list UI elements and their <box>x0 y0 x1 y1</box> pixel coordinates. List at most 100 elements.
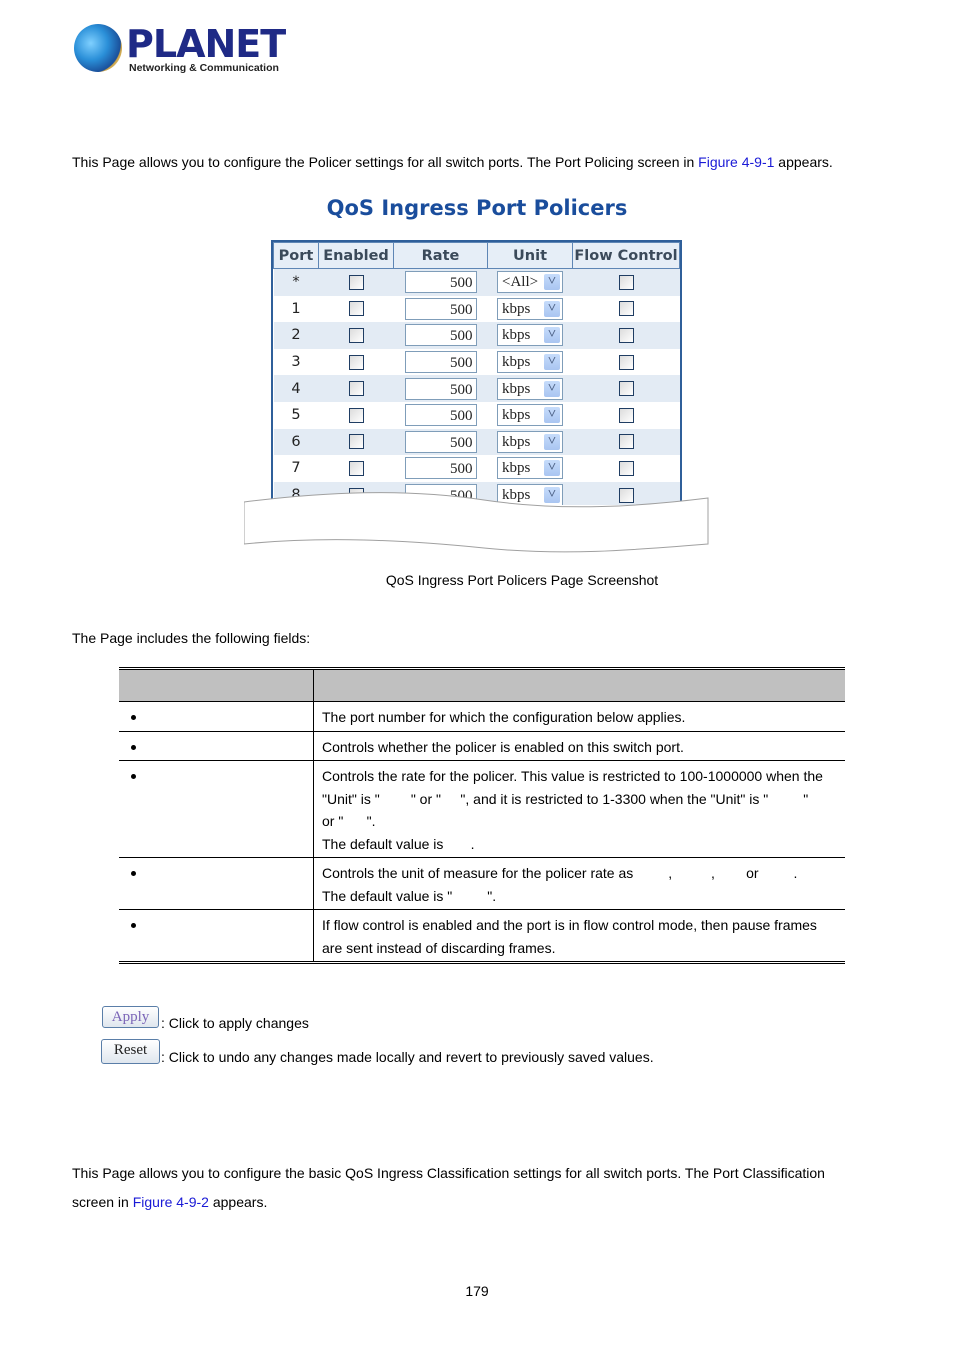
rate-input[interactable]: 500 <box>404 324 477 347</box>
unit-value: kbps <box>502 460 531 477</box>
enabled-checkbox[interactable] <box>348 460 364 476</box>
chevron-down-icon[interactable]: ˅ <box>544 354 560 371</box>
logo-brand: PLANET <box>126 22 286 66</box>
page-number: 179 <box>465 1283 489 1299</box>
port-cell: 5 <box>273 401 319 429</box>
unit-select[interactable]: kbps ˅ <box>497 351 563 374</box>
rate-input[interactable]: 500 <box>404 271 477 294</box>
bullet-icon <box>131 744 136 750</box>
unit-select[interactable]: kbps ˅ <box>497 457 563 480</box>
field-description-line: If flow control is enabled and the port … <box>322 917 817 933</box>
rate-input[interactable]: 500 <box>404 297 477 320</box>
flow-control-checkbox[interactable] <box>618 301 634 317</box>
bullet-icon <box>131 923 136 929</box>
flow-control-checkbox[interactable] <box>618 327 634 343</box>
field-description-line: Controls the rate for the policer. This … <box>322 768 823 784</box>
unit-select[interactable]: <All> ˅ <box>497 271 563 294</box>
enabled-checkbox[interactable] <box>348 301 364 317</box>
bullet-icon <box>131 871 136 877</box>
header-description <box>313 668 845 702</box>
col-port: Port <box>273 242 319 269</box>
unit-select[interactable]: kbps ˅ <box>497 377 563 400</box>
field-description-line: The port number for which the configurat… <box>322 709 686 725</box>
field-row: Controls whether the policer is enabled … <box>119 730 845 761</box>
unit-value: kbps <box>502 300 531 317</box>
port-cell: 7 <box>273 455 319 482</box>
port-cell: 6 <box>273 428 319 456</box>
fields-table-container: The port number for which the configurat… <box>119 667 845 964</box>
unit-select[interactable]: kbps ˅ <box>497 404 563 427</box>
intro-paragraph: This Page allows you to configure the Po… <box>72 152 833 172</box>
planet-logo: PLANET Networking & Communication <box>72 22 286 78</box>
policer-row: 6 500 kbps ˅ <box>273 428 680 456</box>
flow-control-checkbox[interactable] <box>618 274 634 290</box>
field-description-line: or " ". <box>322 813 376 829</box>
rate-input[interactable]: 500 <box>404 404 477 427</box>
chevron-down-icon[interactable]: ˅ <box>544 460 560 477</box>
rate-input[interactable]: 500 <box>404 351 477 374</box>
field-description-line: The default value is . <box>322 835 475 852</box>
col-rate: Rate <box>393 242 488 269</box>
unit-value: kbps <box>502 354 531 371</box>
intro-text: This Page allows you to configure the Po… <box>72 154 699 170</box>
fields-header-row <box>119 668 845 702</box>
port-cell: 4 <box>273 375 319 402</box>
rate-input[interactable]: 500 <box>404 377 477 400</box>
chevron-down-icon[interactable]: ˅ <box>544 274 560 291</box>
intro-text-end: appears. <box>774 154 833 170</box>
chevron-down-icon[interactable]: ˅ <box>544 300 560 317</box>
port-cell: * <box>273 268 319 296</box>
flow-control-checkbox[interactable] <box>618 460 634 476</box>
policer-row: 3 500 kbps ˅ <box>273 348 680 376</box>
policer-row: 4 500 kbps ˅ <box>273 375 680 402</box>
flow-control-checkbox[interactable] <box>618 354 634 370</box>
enabled-checkbox[interactable] <box>348 274 364 290</box>
apply-description: : Click to apply changes <box>161 1015 309 1031</box>
field-row: Controls the rate for the policer. This … <box>119 760 845 858</box>
flow-control-checkbox[interactable] <box>618 434 634 450</box>
unit-value: kbps <box>502 327 531 344</box>
flow-control-checkbox[interactable] <box>618 381 634 397</box>
field-description-line: Controls whether the policer is enabled … <box>322 738 684 755</box>
reset-button[interactable]: Reset <box>101 1039 160 1064</box>
header-object <box>119 668 314 702</box>
apply-button[interactable]: Apply <box>102 1006 159 1028</box>
figure-caption: QoS Ingress Port Policers Page Screensho… <box>385 572 659 588</box>
figure-link-2[interactable]: Figure 4-9-2 <box>133 1194 209 1210</box>
reset-description: : Click to undo any changes made locally… <box>161 1049 654 1065</box>
policer-table: Port Enabled Rate Unit Flow Control * 500… <box>273 242 680 505</box>
chevron-down-icon[interactable]: ˅ <box>544 433 560 450</box>
unit-select[interactable]: kbps ˅ <box>497 430 563 453</box>
unit-select[interactable]: kbps ˅ <box>497 297 563 320</box>
field-row: If flow control is enabled and the port … <box>119 909 845 963</box>
enabled-checkbox[interactable] <box>348 354 364 370</box>
fields-table: The port number for which the configurat… <box>119 667 845 964</box>
chevron-down-icon[interactable]: ˅ <box>544 380 560 397</box>
rate-input[interactable]: 500 <box>404 457 477 480</box>
figure-link[interactable]: Figure 4-9-1 <box>698 154 774 170</box>
enabled-checkbox[interactable] <box>348 381 364 397</box>
flow-control-checkbox[interactable] <box>618 407 634 423</box>
outro-text: screen in <box>72 1194 133 1210</box>
field-description-line: are sent instead of discarding frames. <box>322 939 556 956</box>
enabled-checkbox[interactable] <box>348 327 364 343</box>
torn-edge-graphic <box>244 492 709 553</box>
policer-table-container: Port Enabled Rate Unit Flow Control * 500… <box>271 240 682 505</box>
chevron-down-icon[interactable]: ˅ <box>544 407 560 424</box>
bullet-icon <box>131 774 136 780</box>
field-row: Controls the unit of measure for the pol… <box>119 857 845 910</box>
policer-row: 2 500 kbps ˅ <box>273 322 680 349</box>
field-description-line: The default value is " ". <box>322 887 497 904</box>
col-enabled: Enabled <box>318 242 394 269</box>
policer-row: 7 500 kbps ˅ <box>273 455 680 482</box>
unit-value: <All> <box>502 274 539 291</box>
unit-select[interactable]: kbps ˅ <box>497 324 563 347</box>
figure-title: QoS Ingress Port Policers <box>326 196 628 220</box>
globe-icon <box>74 24 122 72</box>
col-flow-control: Flow Control <box>572 242 680 269</box>
chevron-down-icon[interactable]: ˅ <box>544 327 560 344</box>
enabled-checkbox[interactable] <box>348 407 364 423</box>
enabled-checkbox[interactable] <box>348 434 364 450</box>
port-cell: 1 <box>273 295 319 323</box>
rate-input[interactable]: 500 <box>404 430 477 453</box>
